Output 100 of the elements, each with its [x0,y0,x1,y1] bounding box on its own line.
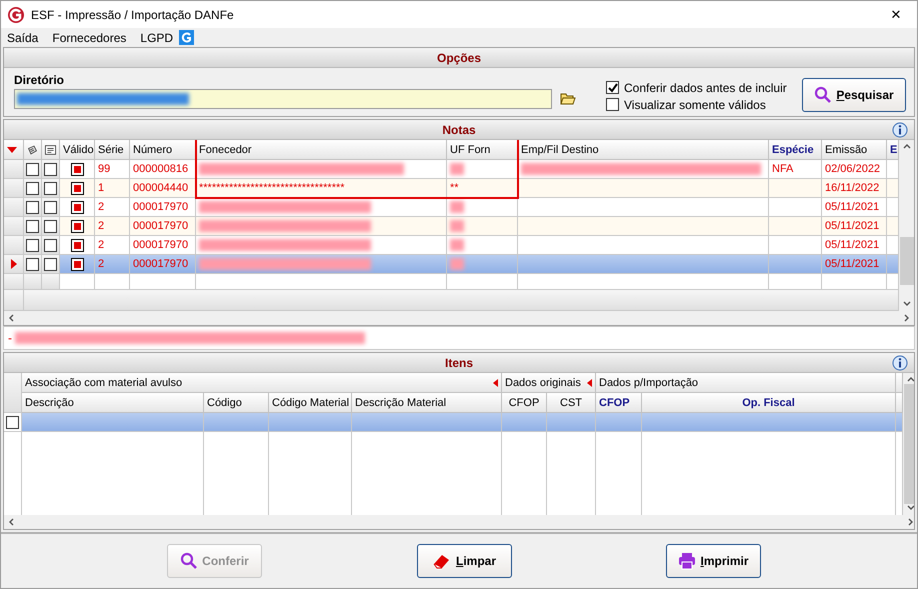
scroll-up-icon[interactable] [903,143,911,151]
table-cell: 02/06/2022 [822,160,887,179]
redacted-text [450,220,464,232]
table-cell: 000017970 [130,198,196,217]
table-cell: 05/11/2021 [822,236,887,255]
column-header[interactable]: Válido [60,140,95,160]
action-button[interactable]: Imprimir [666,544,761,578]
table-cell [95,274,130,290]
table-cell [887,179,899,198]
table-cell: 2 [95,217,130,236]
scroll-down-icon[interactable] [907,504,914,512]
collapse-arrow-icon[interactable] [587,378,592,386]
table-cell: 000004440 [130,179,196,198]
row-checkbox[interactable] [6,416,19,428]
column-header[interactable]: Número [130,140,196,160]
action-button[interactable]: Limpar [416,544,512,578]
scroll-left-icon[interactable] [8,518,16,526]
table-cell [769,236,822,255]
panel-title: Notas [442,122,476,136]
printer-check-icon [27,142,38,156]
checkbox-label: Conferir dados antes de incluir [624,80,787,94]
footer-cell [4,290,24,311]
row-checkbox[interactable] [26,258,39,270]
column-header[interactable]: CST [547,393,596,413]
column-header[interactable]: CFOP [502,393,547,413]
scroll-up-icon[interactable] [907,376,914,384]
printer-icon [678,552,696,570]
redacted-text [450,258,464,270]
column-header[interactable]: Fonecedor [196,140,447,160]
table-cell [502,413,547,432]
table-cell: 2 [95,198,130,217]
menu-item[interactable]: Fornecedores [52,30,126,44]
scroll-left-icon[interactable] [8,314,16,322]
document-icon [45,144,56,156]
close-button[interactable]: ✕ [881,7,911,22]
current-row-icon [10,259,16,269]
checkbox[interactable] [606,81,619,94]
folder-icon[interactable] [560,93,576,105]
row-checkbox[interactable] [26,200,39,214]
table-cell: 000017970 [130,255,196,274]
scrollbar-thumb[interactable] [904,384,914,504]
column-header[interactable]: E [887,140,899,160]
column-header[interactable]: Emp/Fil Destino [518,140,769,160]
row-checkbox[interactable] [26,238,39,252]
column-group-label: Dados originais [505,376,581,388]
scrollbar-thumb[interactable] [900,236,914,284]
column-header[interactable]: Código [204,393,269,413]
app-logo-icon [7,6,25,24]
search-icon [814,86,832,104]
row-checkbox[interactable] [26,220,39,232]
redacted-text [450,239,464,251]
table-cell-text: NFA [772,163,794,175]
app-logo-icon[interactable] [179,30,194,45]
row-checkbox[interactable] [44,200,57,214]
scroll-down-icon[interactable] [903,300,911,308]
table-cell [204,413,269,432]
row-checkbox[interactable] [44,258,57,270]
menu-item[interactable]: LGPD [140,30,174,44]
row-checkbox[interactable] [44,162,57,176]
table-cell [887,236,899,255]
row-checkbox[interactable] [26,162,39,176]
row-checkbox[interactable] [44,238,57,252]
table-cell [769,274,822,290]
row-checkbox[interactable] [44,182,57,194]
column-header[interactable]: Código Material [269,393,352,413]
info-icon[interactable] [892,122,908,138]
column-header[interactable]: Emissão [822,140,887,160]
checkbox-label: Visualizar somente válidos [624,98,766,112]
row-checkbox[interactable] [26,182,39,194]
info-icon[interactable] [892,355,908,371]
message-text: - [8,331,12,345]
column-header[interactable]: Descrição [22,393,204,413]
column-header[interactable]: CFOP [596,393,642,413]
table-cell [887,274,899,290]
collapse-arrow-icon[interactable] [493,378,498,386]
row-header[interactable] [4,255,24,274]
table-cell [130,274,196,290]
directory-field[interactable] [14,89,552,109]
table-cell [547,413,596,432]
column-header[interactable]: Descrição Material [352,393,502,413]
menu-item[interactable]: Saída [7,30,38,44]
column-header[interactable]: Série [95,140,130,160]
table-cell: 2 [95,255,130,274]
column-header[interactable] [42,140,60,160]
search-button[interactable]: Pesquisar [802,78,906,112]
panel-title: Opções [436,50,481,64]
table-cell: 1 [95,179,130,198]
sort-down-icon[interactable] [7,146,17,152]
row-header [4,274,24,290]
column-header[interactable] [24,140,42,160]
directory-label: Diretório [14,73,66,87]
column-header[interactable]: Op. Fiscal [642,393,896,413]
row-checkbox[interactable] [44,220,57,232]
scroll-right-icon[interactable] [907,518,914,526]
scroll-right-icon[interactable] [903,314,911,322]
table-cell [887,255,899,274]
column-header[interactable]: Espécie [769,140,822,160]
redacted-text [450,201,464,213]
checkbox[interactable] [606,98,619,111]
column-header[interactable]: UF Forn [447,140,518,160]
